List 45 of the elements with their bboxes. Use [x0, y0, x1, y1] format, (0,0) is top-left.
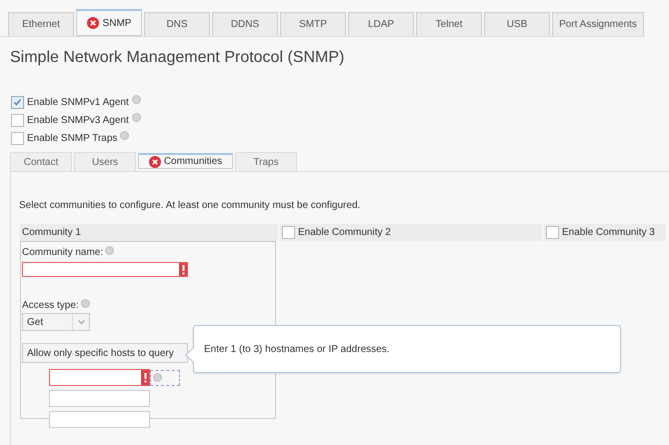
field-label: Access type: [22, 300, 79, 311]
input-field[interactable] [22, 262, 188, 277]
input-field[interactable] [49, 390, 150, 407]
checkbox-label: Enable SNMP Traps [27, 132, 118, 144]
error-icon [86, 17, 99, 29]
tooltip-pointer [185, 347, 194, 363]
checkbox[interactable] [11, 114, 24, 126]
toggle-button[interactable]: Allow only specific hosts to query [22, 343, 188, 363]
checkbox-label: Enable SNMPv3 Agent [27, 114, 129, 126]
check-icon [13, 98, 22, 106]
input-field[interactable] [49, 411, 150, 428]
section-header: Community 1 [20, 224, 278, 241]
section-header: Enable Community 3 [544, 224, 666, 241]
tab[interactable]: SNMP [76, 9, 142, 36]
checkbox[interactable] [11, 132, 24, 144]
tab[interactable]: SMTP [280, 12, 346, 36]
error-icon [148, 156, 161, 168]
checkbox[interactable] [11, 96, 24, 108]
tooltip: Enter 1 (to 3) hostnames or IP addresses. [193, 325, 621, 373]
tab[interactable]: Communities [138, 153, 233, 169]
checkbox[interactable] [282, 226, 295, 239]
field-label: Community name: [22, 247, 104, 258]
help-icon[interactable] [105, 246, 114, 254]
tab[interactable]: USB [484, 12, 550, 36]
tab[interactable]: DDNS [212, 12, 278, 36]
tab[interactable]: LDAP [348, 12, 414, 36]
tab[interactable]: Traps [235, 152, 297, 171]
caret-icon [78, 320, 84, 324]
tab[interactable]: DNS [144, 12, 210, 36]
tab[interactable]: Contact [10, 152, 72, 171]
input-field[interactable] [49, 369, 150, 386]
checkbox-label: Enable SNMPv1 Agent [27, 96, 129, 108]
tab[interactable]: Port Assignments [552, 12, 644, 36]
tab[interactable]: Users [74, 152, 136, 171]
help-icon[interactable] [80, 298, 90, 308]
tab[interactable]: Telnet [416, 12, 482, 36]
dropdown[interactable]: Get [22, 313, 90, 331]
tab[interactable]: Ethernet [8, 12, 74, 36]
section-header: Enable Community 2 [280, 224, 542, 241]
error-marker-icon [141, 370, 149, 385]
page-title: Simple Network Management Protocol (SNMP) [9, 48, 346, 68]
help-icon[interactable] [153, 373, 162, 382]
instruction-text: Select communities to configure. At least one community must be configured. [18, 199, 362, 213]
checkbox[interactable] [546, 226, 559, 239]
error-marker-icon [179, 263, 187, 276]
